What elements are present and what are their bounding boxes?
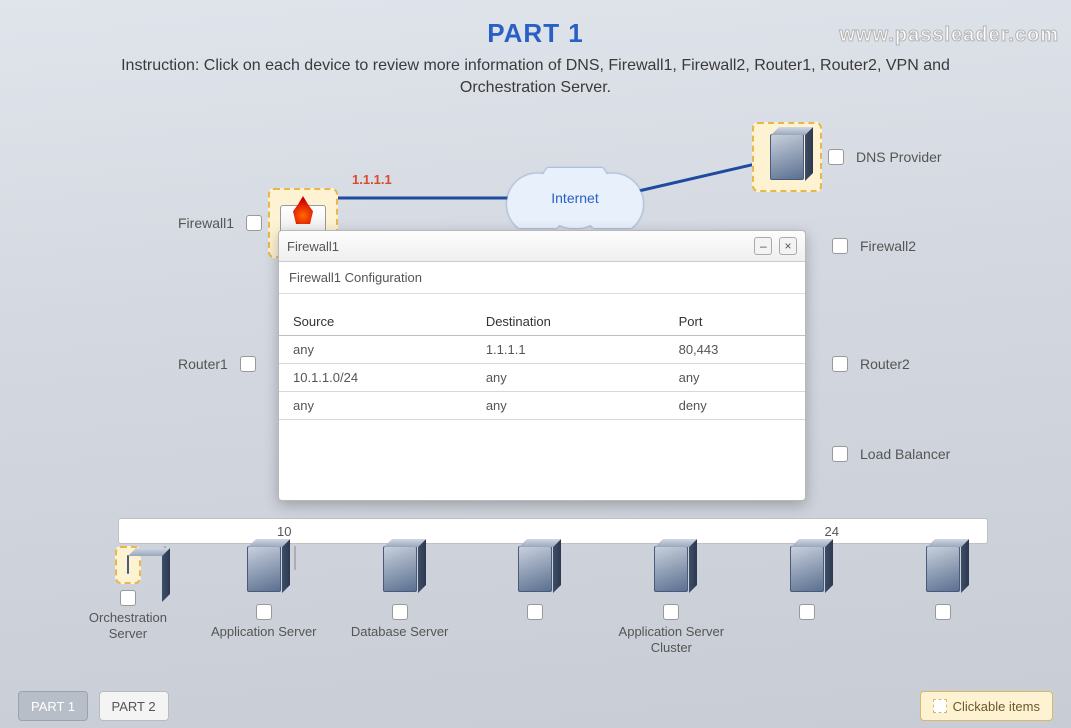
instruction-text: Instruction: Click on each device to rev… (80, 55, 991, 100)
router1-checkbox[interactable] (240, 356, 256, 372)
clickable-items-button[interactable]: Clickable items (920, 691, 1053, 721)
col-destination: Destination (472, 308, 665, 336)
database-checkbox[interactable] (392, 604, 408, 620)
router2-label: Router2 (854, 354, 916, 374)
part2-button[interactable]: PART 2 (99, 691, 169, 721)
server-icon (383, 546, 417, 592)
server-icon (790, 546, 824, 592)
col-source: Source (279, 308, 472, 336)
dns-label: DNS Provider (850, 147, 948, 167)
cluster-server-1[interactable] (480, 546, 590, 655)
cluster3-checkbox[interactable] (799, 604, 815, 620)
application-server-item[interactable]: Application Server (209, 546, 319, 655)
loadbalancer-node: Load Balancer (826, 444, 956, 464)
application-label: Application Server (211, 624, 317, 640)
cluster1-checkbox[interactable] (527, 604, 543, 620)
dialog-subtitle: Firewall1 Configuration (279, 262, 805, 294)
loadbalancer-label: Load Balancer (854, 444, 956, 464)
orchestration-checkbox[interactable] (120, 590, 136, 606)
internet-label: Internet (551, 190, 598, 206)
dns-device[interactable] (752, 122, 822, 192)
server-icon (770, 134, 804, 180)
firewall1-checkbox[interactable] (246, 215, 262, 231)
cluster2-checkbox[interactable] (663, 604, 679, 620)
server-icon (518, 546, 552, 592)
cluster4-checkbox[interactable] (935, 604, 951, 620)
watermark-text: www.passleader.com (839, 24, 1059, 47)
firewall1-label: Firewall1 (172, 213, 240, 233)
dialog-title-text: Firewall1 (287, 239, 339, 254)
router1-node: Router1 (172, 354, 262, 374)
firewall1-ip: 1.1.1.1 (352, 172, 392, 187)
orchestration-label: Orchestration Server (73, 610, 183, 641)
dialog-minimize-button[interactable]: – (754, 237, 772, 255)
dialog-close-button[interactable]: × (779, 237, 797, 255)
dns-checkbox[interactable] (828, 149, 844, 165)
table-row: any 1.1.1.1 80,443 (279, 336, 805, 364)
cluster-server-3[interactable] (752, 546, 862, 655)
dns-node: DNS Provider (752, 122, 948, 192)
router2-checkbox[interactable] (832, 356, 848, 372)
database-label: Database Server (351, 624, 449, 640)
part1-button[interactable]: PART 1 (18, 691, 88, 721)
table-row: any any deny (279, 392, 805, 420)
firewall2-label: Firewall2 (854, 236, 922, 256)
clickable-swatch-icon (933, 699, 947, 713)
cluster-server-4[interactable] (888, 546, 998, 655)
firewall-rules-table: Source Destination Port any 1.1.1.1 80,4… (279, 308, 805, 420)
col-port: Port (665, 308, 805, 336)
server-row: Orchestration Server Application Server … (0, 546, 1071, 655)
application-checkbox[interactable] (256, 604, 272, 620)
firewall2-node: Firewall2 (826, 236, 922, 256)
clickable-items-label: Clickable items (953, 699, 1040, 714)
server-icon (654, 546, 688, 592)
footer-bar: PART 1 PART 2 Clickable items (0, 684, 1071, 728)
orchestration-server-item[interactable]: Orchestration Server (73, 546, 183, 655)
server-icon (127, 555, 129, 574)
router2-node: Router2 (826, 354, 916, 374)
table-row: 10.1.1.0/24 any any (279, 364, 805, 392)
router1-label: Router1 (172, 354, 234, 374)
firewall2-checkbox[interactable] (832, 238, 848, 254)
cluster-label: Application Server Cluster (616, 624, 726, 655)
cluster-server-2[interactable]: Application Server Cluster (616, 546, 726, 655)
server-icon (247, 546, 281, 592)
loadbalancer-checkbox[interactable] (832, 446, 848, 462)
server-icon (926, 546, 960, 592)
internet-cloud: Internet (500, 168, 650, 228)
database-server-item[interactable]: Database Server (345, 546, 455, 655)
device-config-dialog: Firewall1 – × Firewall1 Configuration So… (278, 230, 806, 501)
